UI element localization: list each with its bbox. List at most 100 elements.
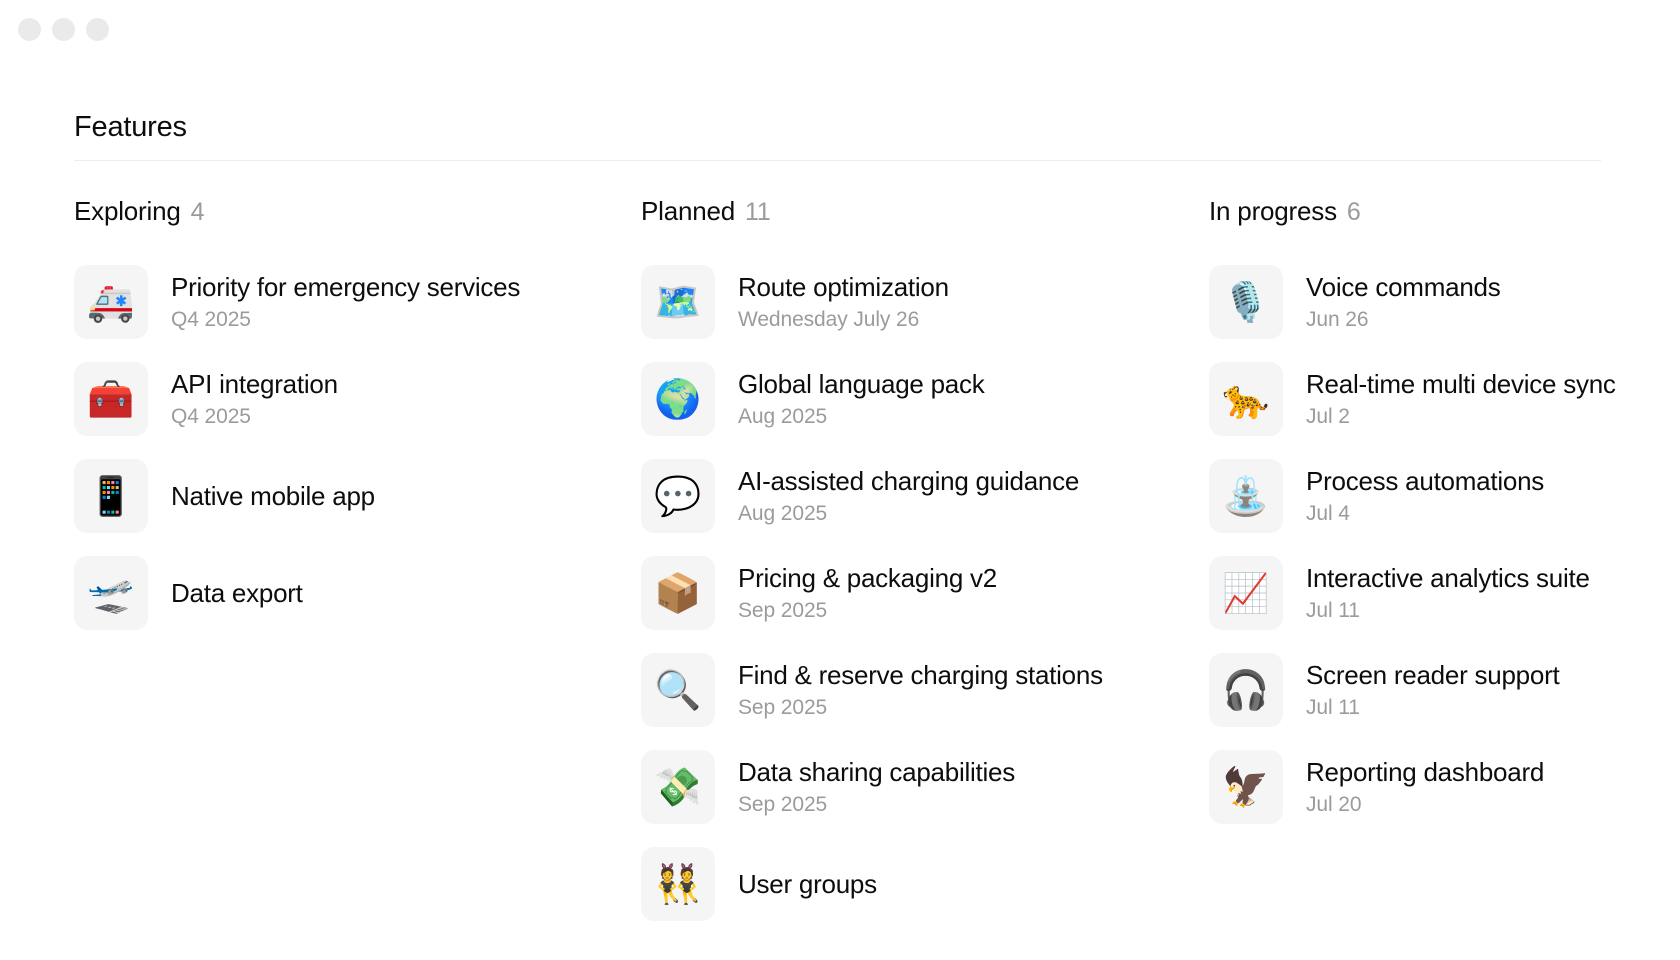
studio-microphone-emoji: 🎙️ bbox=[1209, 265, 1283, 339]
speech-balloon-emoji: 💬 bbox=[641, 459, 715, 533]
feature-card-title: Reporting dashboard bbox=[1306, 756, 1545, 787]
feature-card-title: Screen reader support bbox=[1306, 659, 1560, 690]
feature-card-body: Route optimization Wednesday July 26 bbox=[738, 271, 949, 334]
leopard-emoji: 🐆 bbox=[1209, 362, 1283, 436]
feature-card-body: Priority for emergency services Q4 2025 bbox=[171, 271, 520, 334]
mobile-phone-emoji: 📱 bbox=[74, 459, 148, 533]
feature-card-title: API integration bbox=[171, 368, 338, 399]
feature-card-title: Pricing & packaging v2 bbox=[738, 562, 997, 593]
feature-card[interactable]: 🐆 Real-time multi device sync Jul 2 bbox=[1209, 362, 1680, 436]
feature-card[interactable]: 🔍 Find & reserve charging stations Sep 202… bbox=[641, 653, 1134, 727]
column-title: In progress bbox=[1209, 196, 1337, 226]
feature-card-title: User groups bbox=[738, 869, 877, 899]
feature-card-date: Jul 20 bbox=[1306, 792, 1362, 816]
feature-card-title: Data export bbox=[171, 578, 303, 608]
feature-card-date: Sep 2025 bbox=[738, 598, 828, 622]
feature-card-title: Real-time multi device sync bbox=[1306, 368, 1616, 399]
feature-card-title: Native mobile app bbox=[171, 481, 375, 511]
feature-card-title: Global language pack bbox=[738, 368, 985, 399]
feature-card[interactable]: 📦 Pricing & packaging v2 Sep 2025 bbox=[641, 556, 1134, 630]
feature-card-body: Data export bbox=[171, 577, 303, 609]
column-title: Exploring bbox=[74, 196, 181, 226]
feature-card-body: Data sharing capabilities Sep 2025 bbox=[738, 756, 1015, 819]
feature-card[interactable]: 💸 Data sharing capabilities Sep 2025 bbox=[641, 750, 1134, 824]
feature-card[interactable]: 🎙️ Voice commands Jun 26 bbox=[1209, 265, 1680, 339]
feature-card-date: Wednesday July 26 bbox=[738, 307, 920, 331]
globe-europe-africa-emoji: 🌍 bbox=[641, 362, 715, 436]
feature-card-title: Route optimization bbox=[738, 271, 949, 302]
magnifying-glass-emoji: 🔍 bbox=[641, 653, 715, 727]
package-emoji: 📦 bbox=[641, 556, 715, 630]
fountain-emoji: ⛲ bbox=[1209, 459, 1283, 533]
feature-card-body: Pricing & packaging v2 Sep 2025 bbox=[738, 562, 997, 625]
column-title: Planned bbox=[641, 196, 736, 226]
column-count: 11 bbox=[745, 198, 771, 226]
feature-card-date: Q4 2025 bbox=[171, 307, 251, 331]
feature-card-body: User groups bbox=[738, 868, 877, 900]
feature-card-title: Data sharing capabilities bbox=[738, 756, 1016, 787]
feature-card-title: Interactive analytics suite bbox=[1306, 562, 1590, 593]
feature-card-title: Find & reserve charging stations bbox=[738, 659, 1103, 690]
board-column-in-progress: In progress 6 🎙️ Voice commands Jun 26 🐆 Real-… bbox=[1134, 196, 1680, 944]
feature-card-title: AI-assisted charging guidance bbox=[738, 465, 1080, 496]
feature-card-body: AI-assisted charging guidance Aug 2025 bbox=[738, 465, 1079, 528]
close-dot[interactable] bbox=[18, 18, 41, 41]
feature-card-date: Jul 11 bbox=[1306, 598, 1360, 622]
feature-card-date: Aug 2025 bbox=[738, 501, 828, 525]
feature-card-body: Screen reader support Jul 11 bbox=[1306, 659, 1560, 722]
feature-card-date: Sep 2025 bbox=[738, 792, 828, 816]
maximize-dot[interactable] bbox=[86, 18, 109, 41]
feature-card[interactable]: 🧰 API integration Q4 2025 bbox=[74, 362, 566, 436]
feature-card[interactable]: 💬 AI-assisted charging guidance Aug 2025 bbox=[641, 459, 1134, 533]
roadmap-board: Exploring 4 🚑 Priority for emergency servic… bbox=[0, 196, 1680, 944]
feature-card-body: Voice commands Jun 26 bbox=[1306, 271, 1501, 334]
column-count: 4 bbox=[190, 198, 205, 226]
feature-card[interactable]: 🦅 Reporting dashboard Jul 20 bbox=[1209, 750, 1680, 824]
feature-card-title: Priority for emergency services bbox=[171, 271, 521, 302]
window-controls bbox=[18, 18, 109, 41]
feature-card[interactable]: 🎧 Screen reader support Jul 11 bbox=[1209, 653, 1680, 727]
feature-card-title: Voice commands bbox=[1306, 271, 1501, 302]
feature-card-body: Global language pack Aug 2025 bbox=[738, 368, 985, 431]
feature-card-date: Aug 2025 bbox=[738, 404, 828, 428]
feature-card-body: Native mobile app bbox=[171, 480, 375, 512]
feature-card-date: Jul 4 bbox=[1306, 501, 1350, 525]
feature-card-body: Interactive analytics suite Jul 11 bbox=[1306, 562, 1590, 625]
headphone-emoji: 🎧 bbox=[1209, 653, 1283, 727]
feature-card[interactable]: 🗺️ Route optimization Wednesday July 26 bbox=[641, 265, 1134, 339]
feature-card[interactable]: ⛲ Process automations Jul 4 bbox=[1209, 459, 1680, 533]
eagle-emoji: 🦅 bbox=[1209, 750, 1283, 824]
feature-card-date: Jul 2 bbox=[1306, 404, 1350, 428]
board-column-planned: Planned 11 🗺️ Route optimization Wednesday J… bbox=[566, 196, 1134, 944]
header-divider bbox=[74, 160, 1601, 161]
feature-card-date: Jun 26 bbox=[1306, 307, 1369, 331]
feature-card[interactable]: 📈 Interactive analytics suite Jul 11 bbox=[1209, 556, 1680, 630]
feature-card-body: Real-time multi device sync Jul 2 bbox=[1306, 368, 1616, 431]
column-header: In progress 6 bbox=[1209, 196, 1680, 228]
feature-card-date: Jul 11 bbox=[1306, 695, 1360, 719]
features-roadmap-page: Features Exploring 4 🚑 Priority for emergen… bbox=[0, 0, 1680, 960]
feature-card[interactable]: 📱 Native mobile app bbox=[74, 459, 566, 533]
feature-card-body: Reporting dashboard Jul 20 bbox=[1306, 756, 1544, 819]
airplane-departure-emoji: 🛫 bbox=[74, 556, 148, 630]
column-header: Planned 11 bbox=[641, 196, 1134, 228]
feature-card-body: Process automations Jul 4 bbox=[1306, 465, 1544, 528]
feature-card[interactable]: 🌍 Global language pack Aug 2025 bbox=[641, 362, 1134, 436]
chart-increasing-emoji: 📈 bbox=[1209, 556, 1283, 630]
feature-card[interactable]: 👯 User groups bbox=[641, 847, 1134, 921]
feature-card-title: Process automations bbox=[1306, 465, 1545, 496]
page-title: Features bbox=[74, 111, 187, 143]
feature-card-body: API integration Q4 2025 bbox=[171, 368, 338, 431]
minimize-dot[interactable] bbox=[52, 18, 75, 41]
feature-card[interactable]: 🚑 Priority for emergency services Q4 2025 bbox=[74, 265, 566, 339]
people-with-bunny-ears-emoji: 👯 bbox=[641, 847, 715, 921]
feature-card-date: Q4 2025 bbox=[171, 404, 251, 428]
feature-card[interactable]: 🛫 Data export bbox=[74, 556, 566, 630]
column-count: 6 bbox=[1346, 198, 1361, 226]
feature-card-date: Sep 2025 bbox=[738, 695, 828, 719]
money-with-wings-emoji: 💸 bbox=[641, 750, 715, 824]
board-column-exploring: Exploring 4 🚑 Priority for emergency servic… bbox=[0, 196, 566, 944]
world-map-emoji: 🗺️ bbox=[641, 265, 715, 339]
column-header: Exploring 4 bbox=[74, 196, 566, 228]
feature-card-body: Find & reserve charging stations Sep 2025 bbox=[738, 659, 1103, 722]
